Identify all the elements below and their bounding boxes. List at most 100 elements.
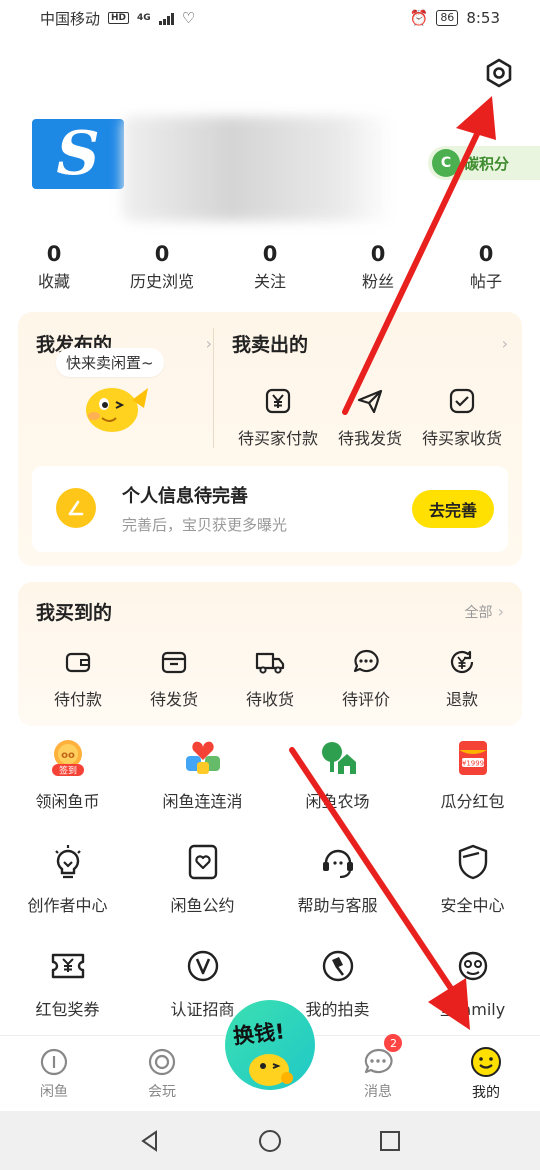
profile-completion-panel[interactable]: 个人信息待完善 完善后，宝贝获更多曝光 去完善 bbox=[32, 466, 508, 552]
recents-icon[interactable] bbox=[378, 1129, 402, 1153]
grid-item-coins[interactable]: oo 签到 领闲鱼币 bbox=[0, 736, 135, 840]
grid-label: 闲鱼公约 bbox=[170, 896, 235, 915]
grid-item-creator-center[interactable]: 创作者中心 bbox=[0, 840, 135, 944]
tab-label: 消息 bbox=[364, 1083, 392, 1100]
stat-label: 帖子 bbox=[469, 272, 502, 291]
heart-doc-icon bbox=[181, 840, 225, 884]
grid-item-security-center[interactable]: 安全中心 bbox=[405, 840, 540, 944]
stat-label: 粉丝 bbox=[361, 272, 394, 291]
bought-pending-review[interactable]: 待评价 bbox=[318, 646, 414, 710]
tab-messages[interactable]: 2 消息 bbox=[324, 1034, 432, 1111]
tab-home[interactable]: 闲鱼 bbox=[0, 1036, 108, 1111]
sold-awaiting-receipt[interactable]: 待买家收货 bbox=[416, 385, 508, 449]
status-bar: 中国移动 HD 4G ♡ ⏰ 86 8:53 bbox=[0, 0, 540, 36]
avatar[interactable]: S bbox=[32, 119, 124, 189]
truck-icon bbox=[254, 646, 286, 678]
hearts-icon bbox=[181, 736, 225, 780]
stat-following[interactable]: 0 关注 bbox=[216, 242, 324, 292]
grid-item-coupons[interactable]: 红包奖券 bbox=[0, 944, 135, 1048]
grid-label: 帮助与客服 bbox=[297, 896, 378, 915]
gavel-icon bbox=[316, 944, 360, 988]
sold-title: 我卖出的 bbox=[232, 334, 309, 356]
lightbulb-icon bbox=[46, 840, 90, 884]
stat-number: 0 bbox=[154, 242, 170, 266]
v-badge-icon bbox=[181, 944, 225, 988]
clock: 8:53 bbox=[466, 9, 500, 27]
exchange-money-button[interactable]: 换钱! bbox=[225, 994, 315, 1110]
coin-icon: oo 签到 bbox=[46, 736, 90, 780]
profile-page: S C 碳积分 0 收藏 0 历史浏览 0 关注 0 粉丝 0 帖子 我发布的 › 快来卖… bbox=[0, 36, 540, 1035]
carrier-label: 中国移动 bbox=[40, 9, 101, 28]
stats-row: 0 收藏 0 历史浏览 0 关注 0 粉丝 0 帖子 bbox=[0, 242, 540, 292]
tab-label: 我的 bbox=[472, 1084, 500, 1101]
stat-label: 收藏 bbox=[37, 272, 70, 291]
stat-history[interactable]: 0 历史浏览 bbox=[108, 242, 216, 292]
grid-label: 鱼family bbox=[439, 1000, 506, 1019]
item-label: 待评价 bbox=[341, 690, 390, 709]
fish-mascot-icon bbox=[249, 1054, 293, 1086]
settings-button[interactable] bbox=[482, 56, 516, 90]
grid-label: 闲鱼连连消 bbox=[162, 792, 243, 811]
tab-play[interactable]: 会玩 bbox=[108, 1036, 216, 1111]
view-all-label: 全部 bbox=[464, 604, 493, 621]
tab-mine[interactable]: 我的 bbox=[432, 1036, 540, 1111]
center-bubble: 换钱! bbox=[225, 1000, 315, 1090]
package-icon bbox=[158, 646, 190, 678]
grid-label: 红包奖券 bbox=[35, 1000, 100, 1019]
battery-indicator: 86 bbox=[436, 10, 459, 26]
alarm-icon: ⏰ bbox=[409, 9, 429, 27]
selling-card: 我发布的 › 快来卖闲置~ 我卖出的 › 待买家付款 待我发货 待买家收货 个人… bbox=[18, 312, 522, 566]
home-circle-icon[interactable] bbox=[257, 1128, 283, 1154]
profile-header: S C 碳积分 bbox=[32, 116, 540, 226]
stat-label: 关注 bbox=[253, 272, 286, 291]
grid-item-help-service[interactable]: 帮助与客服 bbox=[270, 840, 405, 944]
grid-item-convention[interactable]: 闲鱼公约 bbox=[135, 840, 270, 944]
sell-prompt-bubble: 快来卖闲置~ bbox=[56, 348, 164, 377]
sold-awaiting-shipment[interactable]: 待我发货 bbox=[324, 385, 416, 449]
chat-icon bbox=[350, 646, 382, 678]
svg-text:oo: oo bbox=[61, 750, 75, 761]
sold-awaiting-payment[interactable]: 待买家付款 bbox=[232, 385, 324, 449]
grid-item-farm[interactable]: 闲鱼农场 bbox=[270, 736, 405, 840]
item-label: 退款 bbox=[445, 690, 478, 709]
bought-pending-payment[interactable]: 待付款 bbox=[30, 646, 126, 710]
bought-pending-receipt[interactable]: 待收货 bbox=[222, 646, 318, 710]
hd-badge: HD bbox=[108, 12, 130, 24]
home-icon bbox=[40, 1048, 68, 1075]
username-blurred[interactable] bbox=[122, 116, 394, 221]
unread-badge: 2 bbox=[384, 1034, 403, 1052]
shield-icon bbox=[451, 840, 495, 884]
stat-posts[interactable]: 0 帖子 bbox=[432, 242, 540, 292]
tab-label: 闲鱼 bbox=[40, 1083, 68, 1100]
grid-label: 领闲鱼币 bbox=[35, 792, 100, 811]
chevron-right-icon: › bbox=[497, 601, 504, 621]
chevron-right-icon: › bbox=[205, 334, 212, 353]
grid-label: 闲鱼农场 bbox=[305, 792, 370, 811]
completion-subtitle: 完善后，宝贝获更多曝光 bbox=[122, 516, 288, 534]
gear-icon bbox=[486, 58, 512, 88]
stat-fans[interactable]: 0 粉丝 bbox=[324, 242, 432, 292]
pencil-icon bbox=[56, 488, 96, 528]
wallet-icon bbox=[62, 646, 94, 678]
item-label: 待收货 bbox=[245, 690, 294, 709]
carbon-points-badge[interactable]: C 碳积分 bbox=[428, 146, 540, 180]
smile-icon bbox=[471, 1046, 501, 1077]
stat-number: 0 bbox=[370, 242, 386, 266]
item-label: 待我发货 bbox=[337, 429, 402, 448]
stat-number: 0 bbox=[262, 242, 278, 266]
grid-item-red-packet[interactable]: ¥1999 瓜分红包 bbox=[405, 736, 540, 840]
system-nav-bar bbox=[0, 1111, 540, 1170]
complete-profile-button[interactable]: 去完善 bbox=[412, 490, 494, 528]
grid-label: 安全中心 bbox=[440, 896, 505, 915]
red-packet-icon: ¥1999 bbox=[451, 736, 495, 780]
avatar-logo: S bbox=[56, 119, 100, 189]
bought-refund[interactable]: 退款 bbox=[414, 646, 510, 710]
carbon-c-icon: C bbox=[432, 149, 460, 177]
bought-pending-shipment[interactable]: 待发货 bbox=[126, 646, 222, 710]
view-all-link[interactable]: 全部 › bbox=[465, 602, 505, 622]
grid-item-fish-family[interactable]: 鱼family bbox=[405, 944, 540, 1048]
stat-favorites[interactable]: 0 收藏 bbox=[0, 242, 108, 292]
back-icon[interactable] bbox=[138, 1129, 162, 1153]
chevron-right-icon: › bbox=[501, 334, 508, 353]
grid-item-match-game[interactable]: 闲鱼连连消 bbox=[135, 736, 270, 840]
